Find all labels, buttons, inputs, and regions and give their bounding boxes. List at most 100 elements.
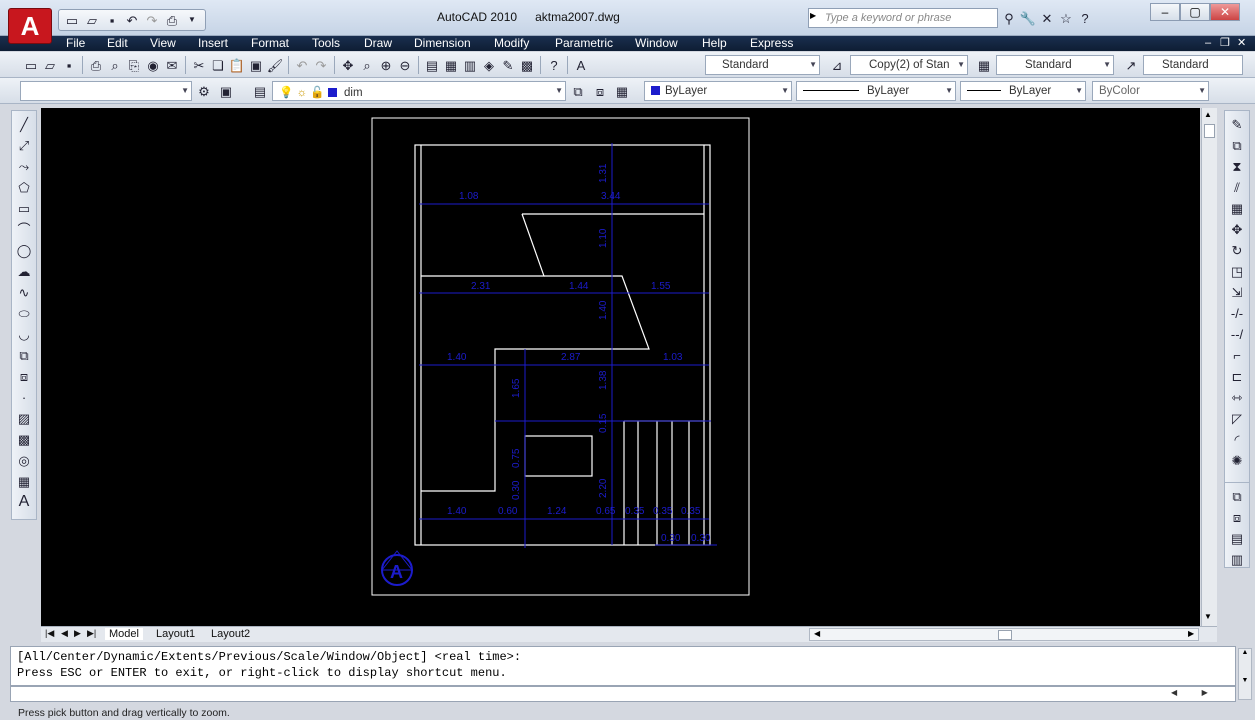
publish-icon[interactable]: ⎘	[125, 56, 143, 74]
rotate-icon[interactable]: ↻	[1227, 241, 1247, 259]
doc-restore-button[interactable]: ❐	[1220, 36, 1230, 50]
favorites-icon[interactable]: ☆	[1057, 9, 1075, 27]
tool-palettes-icon[interactable]: ▥	[461, 56, 479, 74]
horizontal-scroll-thumb[interactable]	[998, 630, 1012, 640]
menu-insert[interactable]: Insert	[198, 36, 228, 50]
sheet-set-icon[interactable]: ◈	[480, 56, 498, 74]
spline-icon[interactable]: ∿	[14, 283, 34, 301]
offset-icon[interactable]: ⫽	[1227, 178, 1247, 196]
menu-file[interactable]: File	[66, 36, 85, 50]
construction-line-icon[interactable]: ⤢	[14, 136, 34, 154]
layer-select[interactable]: 💡 ☼ 🔓 dim ▼	[272, 81, 566, 101]
redo-icon[interactable]: ↷	[143, 11, 161, 29]
command-input[interactable]: ◀ ▶	[10, 686, 1236, 702]
dim-style-icon[interactable]: ⊿	[828, 56, 846, 74]
close-button[interactable]: ✕	[1210, 3, 1240, 21]
new-file-icon[interactable]: ▭	[63, 11, 81, 29]
send-under-icon[interactable]: ▥	[1227, 550, 1247, 568]
table-icon[interactable]: ▦	[14, 472, 34, 490]
polyline-icon[interactable]: ⤳	[14, 157, 34, 175]
plot-icon[interactable]: ⎙	[87, 56, 105, 74]
design-center-icon[interactable]: ▦	[442, 56, 460, 74]
etransmit-icon[interactable]: ✉	[163, 56, 181, 74]
redo-icon[interactable]: ↷	[312, 56, 330, 74]
stretch-icon[interactable]: ⇲	[1227, 283, 1247, 301]
save-icon[interactable]: ▪	[60, 56, 78, 74]
open-file-icon[interactable]: ▱	[83, 11, 101, 29]
tab-prev-icon[interactable]: ◀	[61, 628, 68, 639]
layer-states-icon[interactable]: ▦	[613, 82, 631, 100]
copy-icon[interactable]: ❏	[209, 56, 227, 74]
vertical-scroll-thumb[interactable]	[1204, 124, 1215, 138]
zoom-previous-icon[interactable]: ⊖	[396, 56, 414, 74]
move-icon[interactable]: ✥	[1227, 220, 1247, 238]
doc-minimize-button[interactable]: –	[1205, 36, 1211, 50]
search-input[interactable]: Type a keyword or phrase	[808, 8, 998, 28]
communication-icon[interactable]: ✕	[1038, 9, 1056, 27]
layer-previous-state-icon[interactable]: ⧈	[591, 82, 609, 100]
menu-dimension[interactable]: Dimension	[414, 36, 471, 50]
erase-icon[interactable]: ✎	[1227, 115, 1247, 133]
markup-icon[interactable]: ✎	[499, 56, 517, 74]
layer-manager-icon[interactable]: ▤	[251, 82, 269, 100]
region-icon[interactable]: ◎	[14, 451, 34, 469]
trim-icon[interactable]: -/-	[1227, 304, 1247, 322]
dim-style-select[interactable]: Copy(2) of Stan ▼	[850, 55, 968, 75]
paste-block-icon[interactable]: ▣	[247, 56, 265, 74]
ellipse-arc-icon[interactable]: ◡	[14, 325, 34, 343]
gradient-icon[interactable]: ▩	[14, 430, 34, 448]
extend-icon[interactable]: --/	[1227, 325, 1247, 343]
bring-above-icon[interactable]: ▤	[1227, 529, 1247, 547]
scroll-left-icon[interactable]: ◀	[814, 629, 820, 638]
hatch-icon[interactable]: ▨	[14, 409, 34, 427]
workspace-settings-icon[interactable]: ⚙	[195, 82, 213, 100]
tab-first-icon[interactable]: |◀	[45, 628, 54, 639]
explode-icon[interactable]: ✺	[1227, 451, 1247, 469]
undo-icon[interactable]: ↶	[293, 56, 311, 74]
zoom-window-icon[interactable]: ⊕	[377, 56, 395, 74]
3d-dwf-icon[interactable]: ◉	[144, 56, 162, 74]
vertical-scrollbar[interactable]: ▲ ▼	[1201, 108, 1217, 626]
join-icon[interactable]: ⇿	[1227, 388, 1247, 406]
qnew-icon[interactable]: ▭	[22, 56, 40, 74]
doc-close-button[interactable]: ✕	[1237, 36, 1246, 50]
command-scroll[interactable]: ◀ ▶	[1171, 688, 1231, 700]
break-icon[interactable]: ⊏	[1227, 367, 1247, 385]
pan-icon[interactable]: ✥	[339, 56, 357, 74]
search-expand-icon[interactable]: ▶	[810, 11, 816, 20]
drawing-area[interactable]: 1.08 3.44 2.31 1.44 1.55 1.40 2.87 1.03 …	[41, 108, 1200, 626]
chamfer-icon[interactable]: ◸	[1227, 409, 1247, 427]
make-block-icon[interactable]: ⧈	[14, 367, 34, 385]
color-select[interactable]: ByLayer ▼	[644, 81, 792, 101]
send-to-back-icon[interactable]: ⧈	[1227, 508, 1247, 526]
text-style-icon[interactable]: A	[572, 56, 590, 74]
paste-icon[interactable]: 📋	[228, 56, 246, 74]
lineweight-select[interactable]: ByLayer ▼	[960, 81, 1086, 101]
open-icon[interactable]: ▱	[41, 56, 59, 74]
plotstyle-select[interactable]: ByColor ▼	[1092, 81, 1209, 101]
make-current-layer-icon[interactable]: ⧉	[569, 82, 587, 100]
bring-to-front-icon[interactable]: ⧉	[1227, 487, 1247, 505]
subscription-icon[interactable]: 🔧	[1019, 9, 1037, 27]
menu-parametric[interactable]: Parametric	[555, 36, 613, 50]
menu-modify[interactable]: Modify	[494, 36, 529, 50]
qat-dropdown-icon[interactable]: ▼	[183, 11, 201, 29]
linetype-select[interactable]: ByLayer ▼	[796, 81, 956, 101]
command-vertical-scrollbar[interactable]: ▲ ▼	[1238, 648, 1252, 700]
text-style-select[interactable]: Standard ▼	[705, 55, 820, 75]
scroll-up-icon[interactable]: ▲	[1204, 110, 1212, 119]
menu-draw[interactable]: Draw	[364, 36, 392, 50]
plot-preview-icon[interactable]: ⌕	[106, 56, 124, 74]
horizontal-scrollbar[interactable]: ◀ ▶	[809, 628, 1199, 641]
scale-icon[interactable]: ◳	[1227, 262, 1247, 280]
copy-object-icon[interactable]: ⧉	[1227, 136, 1247, 154]
mirror-icon[interactable]: ⧗	[1227, 157, 1247, 175]
zoom-realtime-icon[interactable]: ⌕	[358, 56, 376, 74]
scroll-right-icon[interactable]: ▶	[1188, 629, 1194, 638]
tab-model[interactable]: Model	[105, 628, 143, 640]
cut-icon[interactable]: ✂	[190, 56, 208, 74]
insert-block-icon[interactable]: ⧉	[14, 346, 34, 364]
table-style-select[interactable]: Standard ▼	[996, 55, 1114, 75]
line-icon[interactable]: ╱	[14, 115, 34, 133]
quickcalc-icon[interactable]: ▩	[518, 56, 536, 74]
